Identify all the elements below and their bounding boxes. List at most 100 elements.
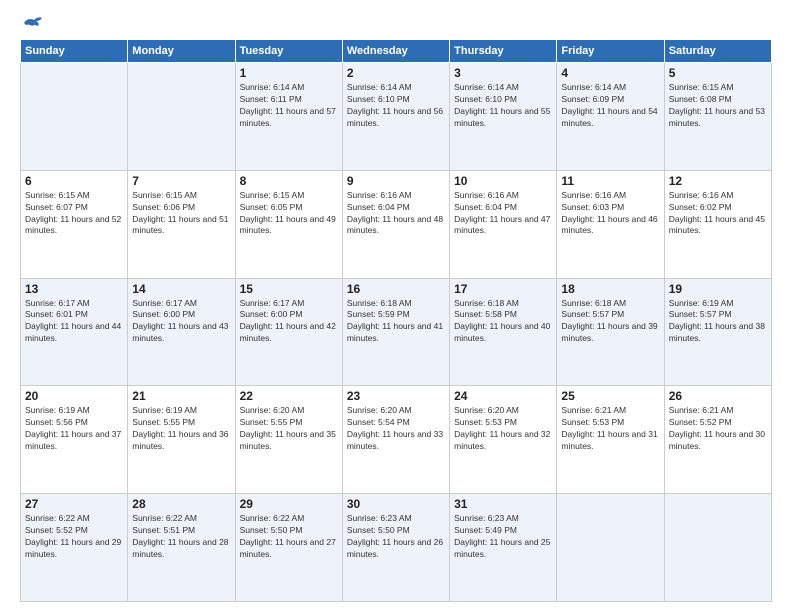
day-info: Sunrise: 6:22 AMSunset: 5:50 PMDaylight:… [240,513,338,561]
header [20,15,772,31]
day-number: 4 [561,66,659,80]
day-info: Sunrise: 6:23 AMSunset: 5:50 PMDaylight:… [347,513,445,561]
day-number: 13 [25,282,123,296]
day-number: 14 [132,282,230,296]
day-header-tuesday: Tuesday [235,40,342,63]
day-info: Sunrise: 6:18 AMSunset: 5:59 PMDaylight:… [347,298,445,346]
day-info: Sunrise: 6:14 AMSunset: 6:10 PMDaylight:… [347,82,445,130]
calendar-cell: 14 Sunrise: 6:17 AMSunset: 6:00 PMDayligh… [128,278,235,386]
calendar-week-1: 1 Sunrise: 6:14 AMSunset: 6:11 PMDaylight… [21,63,772,171]
day-number: 18 [561,282,659,296]
day-number: 1 [240,66,338,80]
day-number: 15 [240,282,338,296]
calendar-cell: 27 Sunrise: 6:22 AMSunset: 5:52 PMDayligh… [21,494,128,602]
calendar-table: SundayMondayTuesdayWednesdayThursdayFrid… [20,39,772,602]
day-number: 23 [347,389,445,403]
day-number: 27 [25,497,123,511]
day-info: Sunrise: 6:23 AMSunset: 5:49 PMDaylight:… [454,513,552,561]
day-info: Sunrise: 6:15 AMSunset: 6:06 PMDaylight:… [132,190,230,238]
day-number: 31 [454,497,552,511]
calendar-cell: 8Sunrise: 6:15 AMSunset: 6:05 PMDaylight… [235,170,342,278]
day-number: 2 [347,66,445,80]
calendar-week-2: 6 Sunrise: 6:15 AMSunset: 6:07 PMDaylight… [21,170,772,278]
day-number: 21 [132,389,230,403]
calendar-cell: 6 Sunrise: 6:15 AMSunset: 6:07 PMDaylight… [21,170,128,278]
calendar-cell: 10 Sunrise: 6:16 AMSunset: 6:04 PMDayligh… [450,170,557,278]
calendar-cell: 22Sunrise: 6:20 AMSunset: 5:55 PMDayligh… [235,386,342,494]
day-number: 7 [132,174,230,188]
day-header-monday: Monday [128,40,235,63]
calendar-header-row: SundayMondayTuesdayWednesdayThursdayFrid… [21,40,772,63]
calendar-cell: 21Sunrise: 6:19 AMSunset: 5:55 PMDayligh… [128,386,235,494]
day-info: Sunrise: 6:21 AMSunset: 5:53 PMDaylight:… [561,405,659,453]
day-number: 16 [347,282,445,296]
day-info: Sunrise: 6:14 AMSunset: 6:11 PMDaylight:… [240,82,338,130]
calendar-cell: 15 Sunrise: 6:17 AMSunset: 6:00 PMDayligh… [235,278,342,386]
day-info: Sunrise: 6:20 AMSunset: 5:55 PMDaylight:… [240,405,338,453]
calendar-cell [128,63,235,171]
calendar-cell: 5Sunrise: 6:15 AMSunset: 6:08 PMDaylight… [664,63,771,171]
day-info: Sunrise: 6:14 AMSunset: 6:09 PMDaylight:… [561,82,659,130]
calendar-cell [557,494,664,602]
calendar-cell: 19Sunrise: 6:19 AMSunset: 5:57 PMDayligh… [664,278,771,386]
day-number: 29 [240,497,338,511]
day-number: 9 [347,174,445,188]
day-number: 30 [347,497,445,511]
calendar-cell: 13Sunrise: 6:17 AMSunset: 6:01 PMDayligh… [21,278,128,386]
day-number: 25 [561,389,659,403]
day-number: 12 [669,174,767,188]
day-info: Sunrise: 6:14 AMSunset: 6:10 PMDaylight:… [454,82,552,130]
calendar-cell: 20 Sunrise: 6:19 AMSunset: 5:56 PMDayligh… [21,386,128,494]
calendar-cell: 31 Sunrise: 6:23 AMSunset: 5:49 PMDayligh… [450,494,557,602]
calendar-cell: 23 Sunrise: 6:20 AMSunset: 5:54 PMDayligh… [342,386,449,494]
day-number: 26 [669,389,767,403]
day-number: 11 [561,174,659,188]
day-number: 6 [25,174,123,188]
calendar-cell: 12Sunrise: 6:16 AMSunset: 6:02 PMDayligh… [664,170,771,278]
day-number: 24 [454,389,552,403]
page: SundayMondayTuesdayWednesdayThursdayFrid… [0,0,792,612]
day-number: 20 [25,389,123,403]
day-number: 19 [669,282,767,296]
day-info: Sunrise: 6:18 AMSunset: 5:57 PMDaylight:… [561,298,659,346]
day-number: 10 [454,174,552,188]
day-header-friday: Friday [557,40,664,63]
calendar-cell: 28Sunrise: 6:22 AMSunset: 5:51 PMDayligh… [128,494,235,602]
calendar-cell [664,494,771,602]
day-info: Sunrise: 6:16 AMSunset: 6:03 PMDaylight:… [561,190,659,238]
day-info: Sunrise: 6:17 AMSunset: 6:00 PMDaylight:… [132,298,230,346]
calendar-cell: 1 Sunrise: 6:14 AMSunset: 6:11 PMDaylight… [235,63,342,171]
calendar-cell: 25 Sunrise: 6:21 AMSunset: 5:53 PMDayligh… [557,386,664,494]
day-number: 5 [669,66,767,80]
day-info: Sunrise: 6:17 AMSunset: 6:00 PMDaylight:… [240,298,338,346]
calendar-cell: 17 Sunrise: 6:18 AMSunset: 5:58 PMDayligh… [450,278,557,386]
calendar-week-4: 20 Sunrise: 6:19 AMSunset: 5:56 PMDayligh… [21,386,772,494]
calendar-cell: 26Sunrise: 6:21 AMSunset: 5:52 PMDayligh… [664,386,771,494]
logo [20,15,44,31]
day-info: Sunrise: 6:20 AMSunset: 5:54 PMDaylight:… [347,405,445,453]
day-info: Sunrise: 6:22 AMSunset: 5:51 PMDaylight:… [132,513,230,561]
day-info: Sunrise: 6:15 AMSunset: 6:07 PMDaylight:… [25,190,123,238]
logo-bird-icon [22,15,44,31]
day-info: Sunrise: 6:16 AMSunset: 6:04 PMDaylight:… [454,190,552,238]
day-info: Sunrise: 6:20 AMSunset: 5:53 PMDaylight:… [454,405,552,453]
calendar-cell: 30 Sunrise: 6:23 AMSunset: 5:50 PMDayligh… [342,494,449,602]
day-header-wednesday: Wednesday [342,40,449,63]
calendar-cell: 3Sunrise: 6:14 AMSunset: 6:10 PMDaylight… [450,63,557,171]
day-info: Sunrise: 6:19 AMSunset: 5:56 PMDaylight:… [25,405,123,453]
calendar-week-3: 13Sunrise: 6:17 AMSunset: 6:01 PMDayligh… [21,278,772,386]
calendar-cell: 4 Sunrise: 6:14 AMSunset: 6:09 PMDaylight… [557,63,664,171]
day-info: Sunrise: 6:18 AMSunset: 5:58 PMDaylight:… [454,298,552,346]
calendar-cell: 9 Sunrise: 6:16 AMSunset: 6:04 PMDaylight… [342,170,449,278]
calendar-cell [21,63,128,171]
day-info: Sunrise: 6:16 AMSunset: 6:04 PMDaylight:… [347,190,445,238]
day-header-saturday: Saturday [664,40,771,63]
day-info: Sunrise: 6:15 AMSunset: 6:05 PMDaylight:… [240,190,338,238]
calendar-cell: 24 Sunrise: 6:20 AMSunset: 5:53 PMDayligh… [450,386,557,494]
day-number: 17 [454,282,552,296]
calendar-week-5: 27 Sunrise: 6:22 AMSunset: 5:52 PMDayligh… [21,494,772,602]
calendar-cell: 2 Sunrise: 6:14 AMSunset: 6:10 PMDaylight… [342,63,449,171]
calendar-cell: 29 Sunrise: 6:22 AMSunset: 5:50 PMDayligh… [235,494,342,602]
day-header-sunday: Sunday [21,40,128,63]
day-info: Sunrise: 6:22 AMSunset: 5:52 PMDaylight:… [25,513,123,561]
